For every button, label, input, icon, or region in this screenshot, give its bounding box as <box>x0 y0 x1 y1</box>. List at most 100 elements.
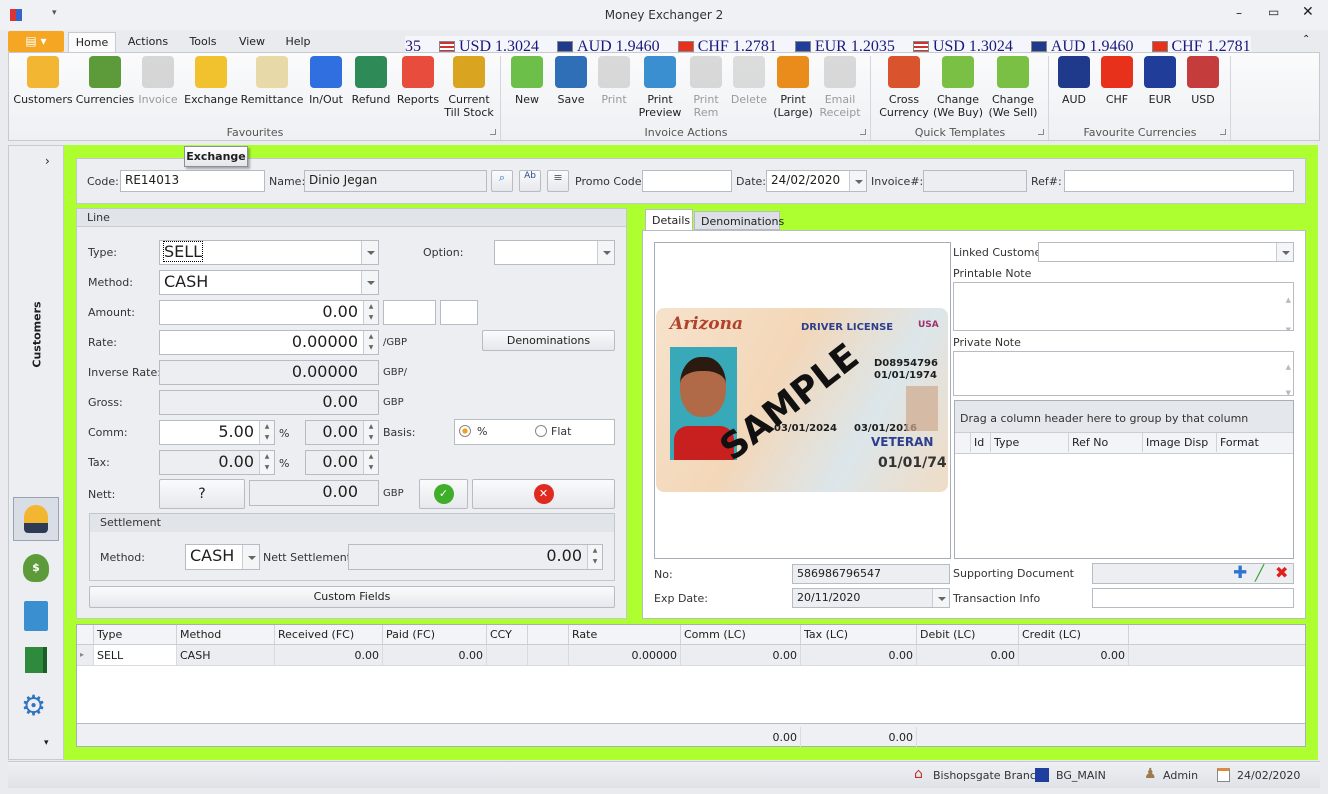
close-button[interactable]: ✕ <box>1302 4 1314 20</box>
scrollbar[interactable]: ▲ ▼ <box>1286 354 1291 395</box>
comm-value-spinner[interactable]: ▲ ▼ <box>363 421 378 444</box>
tab-home[interactable]: Home <box>68 32 116 53</box>
sidebar-currencies-icon[interactable]: $ <box>23 554 49 582</box>
settlement-method-select[interactable]: CASH <box>185 544 260 570</box>
confirm-button[interactable]: ✓ <box>419 479 468 509</box>
collapse-ribbon-icon[interactable]: ⌃ <box>1302 34 1310 45</box>
delete-document-icon[interactable]: ✖ <box>1275 564 1288 582</box>
tab-help[interactable]: Help <box>276 32 320 53</box>
option-select[interactable] <box>494 240 615 265</box>
tax-input[interactable]: 0.00 ▲ ▼ <box>159 450 275 475</box>
chevron-down-icon[interactable] <box>1276 243 1293 261</box>
rate-input[interactable]: 0.00000 ▲ ▼ <box>159 330 379 355</box>
tax-value-spinner[interactable]: ▲ ▼ <box>363 451 378 474</box>
expand-sidebar-icon[interactable]: › <box>45 154 50 168</box>
chevron-down-icon[interactable] <box>932 589 949 607</box>
column-header-received-fc[interactable]: Received (FC) <box>275 625 383 644</box>
app-menu-button[interactable]: ▤ ▾ <box>8 31 64 52</box>
inverse-rate-input[interactable]: 0.00000 <box>159 360 379 385</box>
sidebar-book-icon[interactable] <box>25 647 47 673</box>
scrollbar[interactable]: ▲ ▼ <box>1286 285 1291 330</box>
current-till-stock-button[interactable]: Current Till Stock <box>437 56 501 119</box>
dialog-launcher-icon[interactable] <box>490 129 496 135</box>
spellcheck-button[interactable]: Ab <box>519 170 541 192</box>
basis-percent-radio[interactable] <box>459 425 471 437</box>
change-we-sell-button[interactable]: Change (We Sell) <box>981 56 1045 119</box>
column-header-blank[interactable] <box>528 625 569 644</box>
amount-spinner[interactable]: ▲ ▼ <box>363 301 378 324</box>
edit-document-icon[interactable]: ╱ <box>1255 564 1264 582</box>
chevron-down-icon[interactable] <box>361 271 378 294</box>
linked-customer-select[interactable] <box>1038 242 1294 262</box>
chevron-down-icon[interactable] <box>242 545 259 569</box>
sidebar-documents-icon[interactable] <box>24 601 48 631</box>
comm-value-input[interactable]: 0.00 ▲ ▼ <box>305 420 379 445</box>
exp-date-picker[interactable]: 20/11/2020 <box>792 588 950 608</box>
dialog-launcher-icon[interactable] <box>860 129 866 135</box>
column-header-id[interactable]: Id <box>971 433 991 452</box>
amount-extra-2[interactable] <box>440 300 478 325</box>
column-header-format[interactable]: Format <box>1217 433 1293 452</box>
column-header-debit-lc[interactable]: Debit (LC) <box>917 625 1019 644</box>
column-header-method[interactable]: Method <box>177 625 275 644</box>
column-header-ref-no[interactable]: Ref No <box>1069 433 1143 452</box>
column-header-paid-fc[interactable]: Paid (FC) <box>383 625 487 644</box>
sidebar-scroll-down-icon[interactable]: ▾ <box>44 738 49 748</box>
table-row[interactable]: ▸ SELL CASH 0.00 0.00 0.00000 0.00 0.00 0.00 0.00 <box>77 645 1305 666</box>
column-header-tax-lc[interactable]: Tax (LC) <box>801 625 917 644</box>
gross-input[interactable]: 0.00 <box>159 390 379 415</box>
notes-button[interactable]: ≡ <box>547 170 569 192</box>
code-input[interactable]: RE14013 <box>120 170 265 192</box>
maximize-button[interactable]: ▭ <box>1268 5 1279 19</box>
comm-spinner[interactable]: ▲ ▼ <box>259 421 274 444</box>
private-note-textarea[interactable]: ▲ ▼ <box>953 351 1294 396</box>
dialog-launcher-icon[interactable] <box>1038 129 1044 135</box>
nett-input[interactable]: 0.00 <box>249 480 379 506</box>
chevron-down-icon[interactable] <box>597 241 614 264</box>
chevron-down-icon[interactable] <box>361 241 378 264</box>
nett-settlement-spinner[interactable]: ▲ ▼ <box>587 545 602 569</box>
customers-button[interactable]: Customers <box>11 56 75 106</box>
chevron-down-icon[interactable] <box>849 171 866 191</box>
tab-details[interactable]: Details <box>645 209 693 231</box>
nett-settlement-input[interactable]: 0.00 ▲ ▼ <box>348 544 603 570</box>
promo-input[interactable] <box>642 170 732 192</box>
amount-extra-1[interactable] <box>383 300 436 325</box>
name-input[interactable]: Dinio Jegan <box>304 170 487 192</box>
tab-tools[interactable]: Tools <box>180 32 226 53</box>
sidebar-settings-icon[interactable]: ⚙ <box>21 689 46 722</box>
column-header-ccy[interactable]: CCY <box>487 625 528 644</box>
column-header-rate[interactable]: Rate <box>569 625 681 644</box>
column-header-type[interactable]: Type <box>991 433 1069 452</box>
nett-calc-button[interactable]: ? <box>159 479 245 509</box>
basis-flat-radio[interactable] <box>535 425 547 437</box>
tab-actions[interactable]: Actions <box>120 32 176 53</box>
transaction-info-input[interactable] <box>1092 588 1294 608</box>
add-document-icon[interactable]: ✚ <box>1233 564 1247 583</box>
dialog-launcher-icon[interactable] <box>1220 129 1226 135</box>
column-header-image-disp[interactable]: Image Disp <box>1143 433 1217 452</box>
method-select[interactable]: CASH <box>159 270 379 295</box>
date-picker[interactable]: 24/02/2020 <box>766 170 867 192</box>
group-by-panel[interactable]: Drag a column header here to group by th… <box>955 401 1293 433</box>
type-select[interactable]: SELL <box>159 240 379 265</box>
cancel-button[interactable]: ✕ <box>472 479 615 509</box>
exchange-button[interactable]: Exchange <box>179 56 243 106</box>
minimize-button[interactable]: – <box>1236 6 1242 20</box>
tab-denominations[interactable]: Denominations <box>694 211 784 230</box>
comm-input[interactable]: 5.00 ▲ ▼ <box>159 420 275 445</box>
column-header-credit-lc[interactable]: Credit (LC) <box>1019 625 1129 644</box>
tab-view[interactable]: View <box>232 32 272 53</box>
denominations-button[interactable]: Denominations <box>482 330 615 351</box>
supporting-document-input[interactable]: ✚ ╱ ✖ <box>1092 563 1294 584</box>
sidebar-customers-icon[interactable] <box>13 497 59 541</box>
amount-input[interactable]: 0.00 ▲ ▼ <box>159 300 379 325</box>
rate-spinner[interactable]: ▲ ▼ <box>363 331 378 354</box>
printable-note-textarea[interactable]: ▲ ▼ <box>953 282 1294 331</box>
invoice-input[interactable] <box>923 170 1027 192</box>
tax-spinner[interactable]: ▲ ▼ <box>259 451 274 474</box>
id-number-input[interactable]: 586986796547 <box>792 564 950 584</box>
custom-fields-button[interactable]: Custom Fields <box>89 586 615 608</box>
column-header-comm-lc[interactable]: Comm (LC) <box>681 625 801 644</box>
tax-value-input[interactable]: 0.00 ▲ ▼ <box>305 450 379 475</box>
